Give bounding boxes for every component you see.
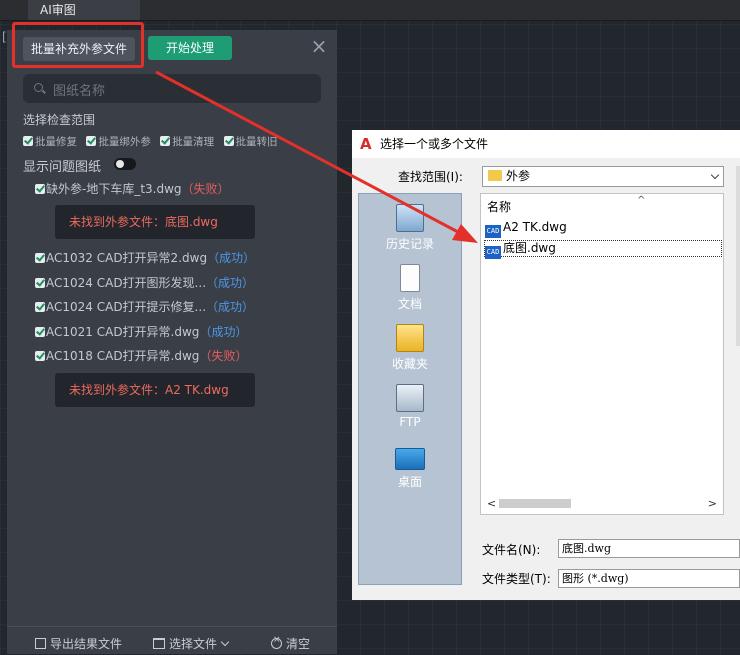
annotation-arrow: [155, 70, 478, 243]
